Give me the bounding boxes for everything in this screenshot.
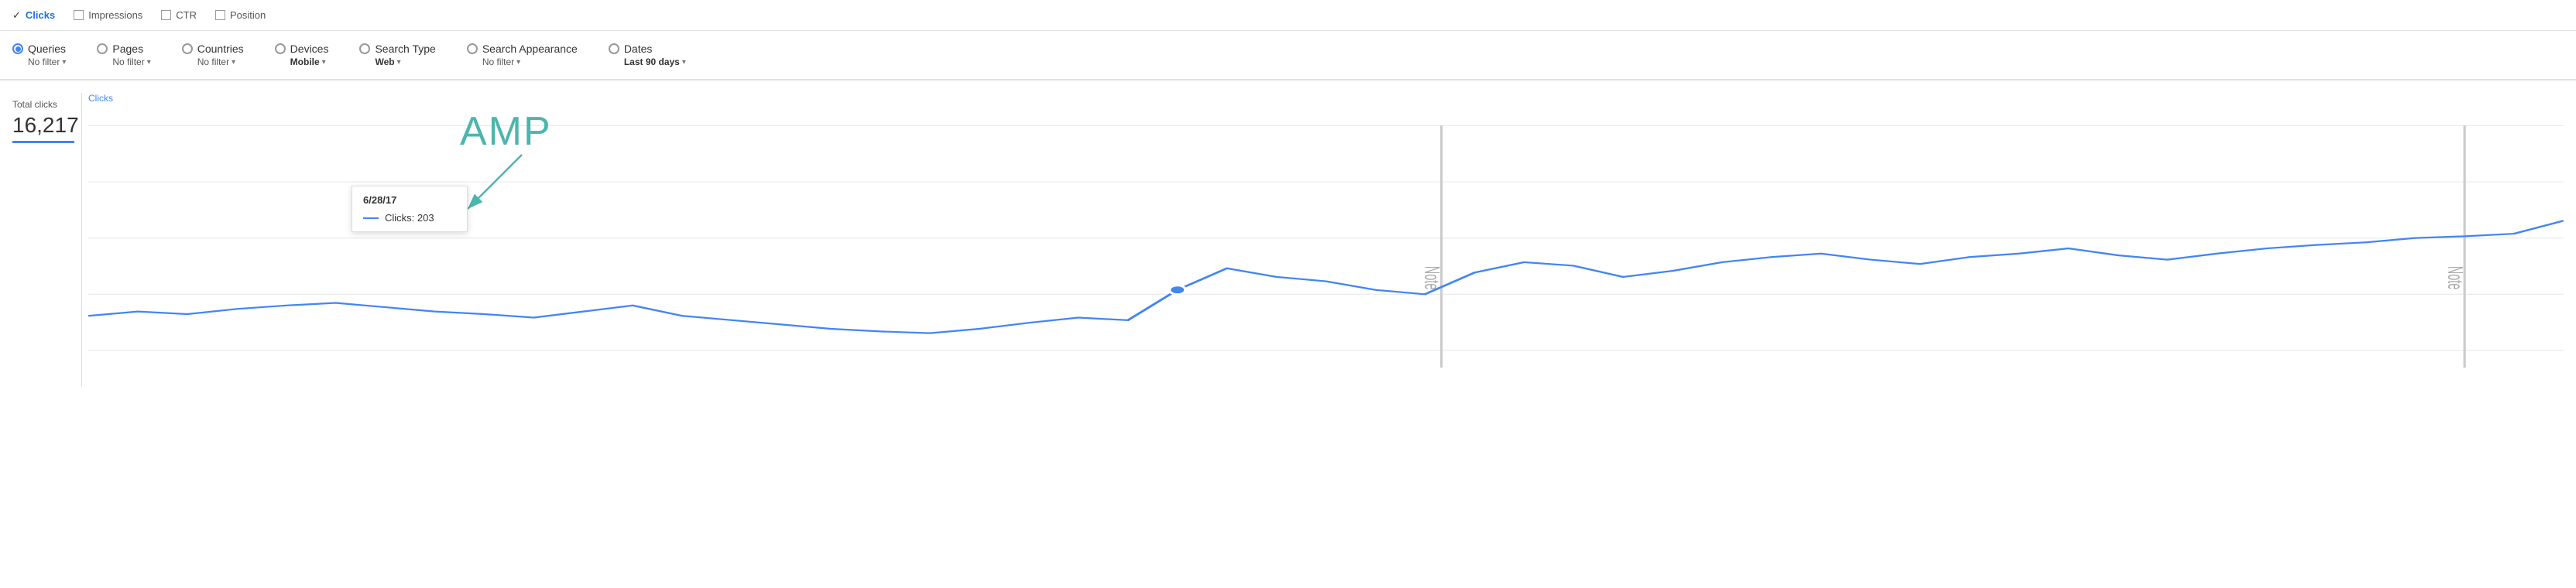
tooltip-value: Clicks: 203 <box>385 212 434 224</box>
tooltip-row: Clicks: 203 <box>363 212 456 224</box>
metric-ctr[interactable]: CTR <box>161 9 197 21</box>
search-appearance-value: No filter <box>482 56 514 67</box>
total-clicks-value: 16,217 <box>12 113 81 138</box>
filter-bar: Queries No filter ▾ Pages No filter ▾ Co… <box>0 31 2576 80</box>
check-icon: ✓ <box>12 9 21 22</box>
dates-radio[interactable] <box>609 43 619 54</box>
position-checkbox[interactable] <box>215 10 225 20</box>
search-appearance-radio[interactable] <box>467 43 478 54</box>
pages-value: No filter <box>112 56 144 67</box>
countries-radio[interactable] <box>182 43 193 54</box>
filter-pages[interactable]: Pages No filter ▾ <box>81 30 166 80</box>
pages-label: Pages <box>112 43 143 55</box>
search-appearance-chevron-icon: ▾ <box>516 58 520 67</box>
dates-label: Dates <box>624 43 653 55</box>
filter-dates[interactable]: Dates Last 90 days ▾ <box>593 30 701 80</box>
svg-text:Note: Note <box>1420 266 1444 290</box>
queries-label: Queries <box>28 43 66 55</box>
chart-tooltip: 6/28/17 Clicks: 203 <box>352 186 468 232</box>
metric-position[interactable]: Position <box>215 9 266 21</box>
countries-value: No filter <box>197 56 229 67</box>
impressions-checkbox[interactable] <box>74 10 84 20</box>
filter-queries[interactable]: Queries No filter ▾ <box>12 30 81 80</box>
queries-chevron-icon: ▾ <box>62 58 66 67</box>
queries-radio[interactable] <box>12 43 23 54</box>
ctr-checkbox[interactable] <box>161 10 171 20</box>
filter-search-type[interactable]: Search Type Web ▾ <box>344 30 451 80</box>
search-type-chevron-icon: ▾ <box>397 58 401 67</box>
metric-position-label: Position <box>230 9 266 21</box>
dates-chevron-icon: ▾ <box>682 58 686 67</box>
total-clicks-label: Total clicks <box>12 99 81 110</box>
filter-devices[interactable]: Devices Mobile ▾ <box>259 30 345 80</box>
dates-value: Last 90 days <box>624 56 680 67</box>
devices-value: Mobile <box>290 56 320 67</box>
metric-clicks-label: Clicks <box>26 9 55 21</box>
total-underline <box>12 141 74 143</box>
devices-radio[interactable] <box>275 43 286 54</box>
pages-radio[interactable] <box>97 43 108 54</box>
devices-chevron-icon: ▾ <box>322 58 326 67</box>
clicks-axis-label: Clicks <box>88 93 113 104</box>
search-appearance-label: Search Appearance <box>482 43 578 55</box>
search-type-label: Search Type <box>375 43 435 55</box>
metric-impressions-label: Impressions <box>88 9 142 21</box>
filter-countries[interactable]: Countries No filter ▾ <box>166 30 259 80</box>
devices-label: Devices <box>290 43 329 55</box>
filter-search-appearance[interactable]: Search Appearance No filter ▾ <box>451 30 593 80</box>
tooltip-line-icon <box>363 217 379 219</box>
search-type-radio[interactable] <box>359 43 370 54</box>
queries-value: No filter <box>28 56 60 67</box>
metrics-bar: ✓ Clicks Impressions CTR Position <box>0 0 2576 31</box>
metric-ctr-label: CTR <box>176 9 197 21</box>
chart-area: Total clicks 16,217 Clicks <box>0 80 2576 387</box>
countries-chevron-icon: ▾ <box>232 58 235 67</box>
tooltip-date: 6/28/17 <box>363 194 456 206</box>
svg-text:Note: Note <box>2444 266 2468 290</box>
countries-label: Countries <box>197 43 244 55</box>
search-type-value: Web <box>375 56 394 67</box>
pages-chevron-icon: ▾ <box>147 58 151 67</box>
metric-impressions[interactable]: Impressions <box>74 9 142 21</box>
metric-clicks[interactable]: ✓ Clicks <box>12 9 55 22</box>
